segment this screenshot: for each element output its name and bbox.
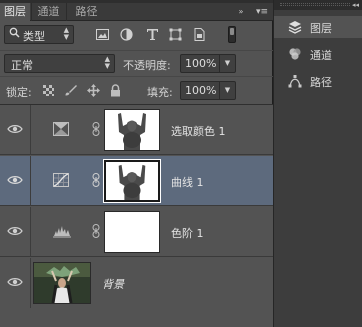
layers-panel: 图层 通道 路径 » ▾≡ 类型 ▲ ▼ 正常 ▲ ▼ 不透明度: 100% ▼… (0, 0, 273, 327)
fill-value: 100% (185, 84, 217, 97)
mask-link-chain-icon[interactable] (92, 224, 100, 238)
dock-item-channels[interactable]: 通道 (274, 43, 362, 65)
filter-type-label: 类型 (23, 30, 45, 43)
row-divider (30, 156, 31, 206)
layer-mask-thumbnail[interactable] (104, 211, 160, 253)
curves-adjustment-icon[interactable] (53, 173, 69, 187)
fill-input[interactable]: 100% ▼ (180, 81, 236, 100)
blend-row: 正常 ▲ ▼ 不透明度: 100% ▼ (0, 50, 273, 75)
layer-row-levels[interactable]: 色阶 1 (0, 207, 273, 257)
opacity-dropdown-button[interactable]: ▼ (219, 55, 235, 72)
opacity-value: 100% (185, 57, 217, 70)
layer-name: 背景 (102, 278, 124, 291)
layer-mask-thumbnail-active[interactable] (103, 159, 161, 203)
dock-item-label: 通道 (310, 49, 332, 62)
smart-object-filter-icon[interactable] (193, 28, 206, 41)
blend-mode-value: 正常 (11, 59, 33, 72)
dock-grip-bar[interactable]: ◂◂ (274, 0, 362, 10)
layer-row-curves[interactable]: 曲线 1 (0, 156, 273, 206)
panel-tab-bar: 图层 通道 路径 » ▾≡ (0, 3, 273, 22)
row-divider (30, 105, 31, 155)
selective-color-adjustment-icon[interactable] (53, 122, 69, 136)
layers-icon (288, 20, 302, 34)
panel-menu-button[interactable]: ▾≡ (252, 5, 272, 19)
dock-item-layers[interactable]: 图层 (274, 16, 362, 38)
dock-item-label: 路径 (310, 76, 332, 89)
image-filter-icon[interactable] (96, 28, 109, 41)
collapse-panel-button[interactable]: » (234, 5, 248, 19)
collapsed-panel-dock: ◂◂ 图层 通道 路径 (274, 0, 362, 327)
fill-label: 填充: (147, 86, 173, 99)
background-photo-thumbnail[interactable] (33, 262, 91, 304)
layer-name: 选取颜色 1 (171, 125, 226, 138)
layer-row-selective-color[interactable]: 选取颜色 1 (0, 105, 273, 155)
grip-handle[interactable] (280, 3, 350, 6)
search-icon (9, 27, 20, 41)
visibility-eye-icon[interactable] (7, 276, 23, 288)
lock-row: 锁定: 填充: 100% ▼ (0, 76, 273, 103)
adjustment-filter-icon[interactable] (120, 28, 133, 41)
blend-mode-select[interactable]: 正常 ▲ ▼ (4, 54, 115, 73)
row-divider (30, 258, 31, 308)
lock-label: 锁定: (6, 86, 32, 99)
fill-dropdown-button[interactable]: ▼ (219, 82, 235, 99)
row-divider (30, 207, 31, 257)
tab-channels[interactable]: 通道 (31, 3, 65, 21)
layer-row-background[interactable]: 背景 (0, 258, 273, 308)
mask-link-chain-icon[interactable] (92, 173, 100, 187)
layer-name: 曲线 1 (171, 176, 204, 189)
tab-paths[interactable]: 路径 (66, 3, 106, 21)
spinner-arrows-icon: ▲ ▼ (104, 55, 110, 70)
levels-adjustment-icon[interactable] (53, 224, 71, 238)
lock-transparent-icon[interactable] (42, 84, 55, 97)
layer-list: 选取颜色 1 曲线 1 色阶 1 背景 (0, 104, 273, 327)
mask-link-chain-icon[interactable] (92, 122, 100, 136)
spinner-arrows-icon: ▲ ▼ (63, 26, 69, 41)
filter-type-select[interactable]: 类型 ▲ ▼ (4, 25, 74, 44)
filter-row: 类型 ▲ ▼ (0, 22, 273, 49)
expand-dock-button[interactable]: ◂◂ (352, 0, 359, 10)
lock-position-icon[interactable] (87, 84, 100, 97)
visibility-eye-icon[interactable] (7, 174, 23, 186)
dock-item-paths[interactable]: 路径 (274, 70, 362, 92)
channels-icon (288, 47, 302, 61)
paths-icon (288, 74, 302, 88)
visibility-eye-icon[interactable] (7, 123, 23, 135)
type-filter-icon[interactable] (146, 28, 159, 41)
lock-paint-icon[interactable] (64, 84, 77, 97)
lock-all-icon[interactable] (109, 84, 122, 97)
filter-toggle-switch[interactable] (228, 26, 236, 43)
tab-layers[interactable]: 图层 (0, 3, 30, 22)
dock-item-label: 图层 (310, 22, 332, 35)
layer-name: 色阶 1 (171, 227, 204, 240)
visibility-eye-icon[interactable] (7, 225, 23, 237)
layer-mask-thumbnail[interactable] (104, 109, 160, 151)
opacity-label: 不透明度: (123, 59, 171, 72)
shape-filter-icon[interactable] (169, 28, 182, 41)
opacity-input[interactable]: 100% ▼ (180, 54, 236, 73)
